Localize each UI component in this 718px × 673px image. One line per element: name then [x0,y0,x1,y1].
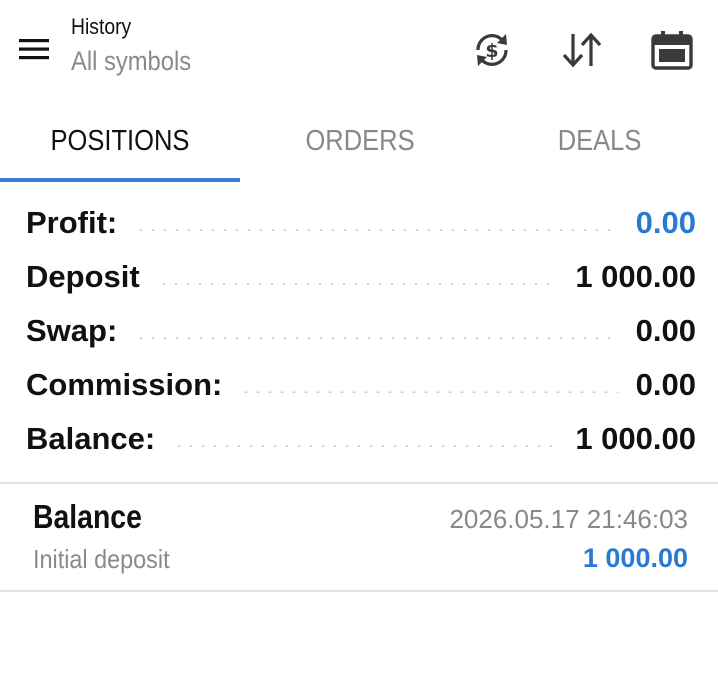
tab-deals[interactable]: DEALS [480,100,718,182]
symbol-filter[interactable]: All symbols [71,46,191,77]
history-tabs: POSITIONS ORDERS DEALS [0,100,718,182]
app-header: History All symbols $ [0,0,718,100]
menu-icon[interactable] [16,34,52,64]
summary-panel: Profit: 0.00 Deposit 1 000.00 Swap: 0.00… [0,196,718,466]
sort-icon[interactable] [560,28,604,72]
deal-amount: 1 000.00 [582,543,688,573]
deal-comment: Initial deposit [33,544,170,574]
tab-positions[interactable]: POSITIONS [0,100,240,182]
page-title: History [71,14,132,39]
summary-label: Deposit [26,259,140,294]
summary-row-deposit: Deposit 1 000.00 [0,250,718,304]
dot-leader [173,445,558,447]
summary-value: 0.00 [635,367,696,402]
summary-row-commission: Commission: 0.00 [0,358,718,412]
dot-leader [157,283,558,285]
active-tab-indicator [0,178,240,182]
summary-label: Balance: [26,421,156,456]
summary-row-swap: Swap: 0.00 [0,304,718,358]
dot-leader [135,337,618,339]
summary-row-profit: Profit: 0.00 [0,196,718,250]
title-block: History All symbols [71,14,208,77]
deal-type: Balance [33,498,142,535]
summary-value: 0.00 [635,205,696,240]
currency-refresh-icon[interactable]: $ [470,28,514,72]
calendar-icon[interactable] [650,28,694,72]
divider [0,482,718,484]
deal-time: 2026.05.17 21:46:03 [449,504,688,534]
summary-label: Profit: [26,205,118,240]
summary-label: Commission: [26,367,223,402]
divider [0,590,718,592]
tab-orders[interactable]: ORDERS [240,100,480,182]
summary-label: Swap: [26,313,118,348]
svg-text:$: $ [485,40,498,62]
summary-value: 0.00 [635,313,696,348]
dot-leader [135,229,618,231]
summary-value: 1 000.00 [575,259,696,294]
list-item[interactable]: Balance 2026.05.17 21:46:03 Initial depo… [0,486,718,590]
dot-leader [240,391,618,393]
summary-value: 1 000.00 [575,421,696,456]
summary-row-balance: Balance: 1 000.00 [0,412,718,466]
